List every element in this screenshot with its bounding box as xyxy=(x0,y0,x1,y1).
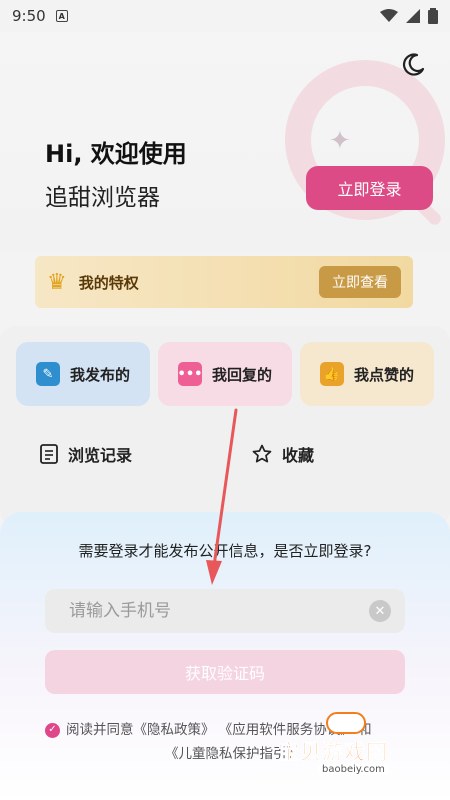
tile-my-replies-label: 我回复的 xyxy=(212,365,273,384)
tile-my-posts[interactable]: ✎ 我发布的 xyxy=(16,342,150,406)
privilege-banner[interactable]: ♛ 我的特权 立即查看 xyxy=(35,256,413,308)
favorites-label: 收藏 xyxy=(282,446,315,465)
phone-input[interactable] xyxy=(69,601,369,621)
battery-icon xyxy=(428,8,438,24)
status-time: 9:50 xyxy=(12,7,46,25)
history-label: 浏览记录 xyxy=(68,446,133,465)
watermark-url: baobeiy.com xyxy=(318,764,389,775)
phone-field[interactable]: ✕ xyxy=(45,589,405,633)
tile-my-posts-label: 我发布的 xyxy=(70,365,131,384)
dark-mode-moon-icon[interactable] xyxy=(400,52,426,78)
status-bar: 9:50 A xyxy=(0,0,450,32)
login-button[interactable]: 立即登录 xyxy=(306,166,433,210)
signal-icon xyxy=(406,9,420,23)
app-name: 追甜浏览器 xyxy=(45,185,160,211)
history-list-icon xyxy=(40,444,58,464)
clear-icon[interactable]: ✕ xyxy=(369,600,391,622)
tile-my-likes[interactable]: 👍 我点赞的 xyxy=(300,342,434,406)
status-indicators xyxy=(380,8,438,24)
watermark-title: 宝贝游戏网 xyxy=(278,740,388,765)
document-edit-icon: ✎ xyxy=(36,362,60,386)
privacy-policy-link[interactable]: 《隐私政策》 xyxy=(134,722,215,738)
gamepad-logo-icon xyxy=(326,712,366,734)
chat-bubble-icon: ••• xyxy=(178,362,202,386)
login-prompt: 需要登录才能发布公开信息，是否立即登录? xyxy=(78,542,372,560)
sparkle-icon: ✦ xyxy=(329,126,351,156)
star-icon xyxy=(252,444,272,463)
thumbs-up-icon: 👍 xyxy=(320,362,344,386)
menu-item-history[interactable]: 浏览记录 xyxy=(40,442,132,466)
tile-my-likes-label: 我点赞的 xyxy=(354,365,415,384)
get-code-button[interactable]: 获取验证码 xyxy=(45,650,405,694)
notification-icon: A xyxy=(55,10,68,22)
tile-my-replies[interactable]: ••• 我回复的 xyxy=(158,342,292,406)
agreement-prefix: 阅读并同意 xyxy=(66,722,134,738)
view-privilege-button[interactable]: 立即查看 xyxy=(319,266,401,298)
privilege-label: 我的特权 xyxy=(78,273,139,292)
menu-item-favorites[interactable]: 收藏 xyxy=(252,442,314,466)
greeting-title: Hi, 欢迎使用 xyxy=(45,140,187,168)
wifi-icon xyxy=(380,9,398,22)
agree-checkbox[interactable]: ✓ xyxy=(45,722,60,738)
crown-icon: ♛ xyxy=(47,269,67,295)
